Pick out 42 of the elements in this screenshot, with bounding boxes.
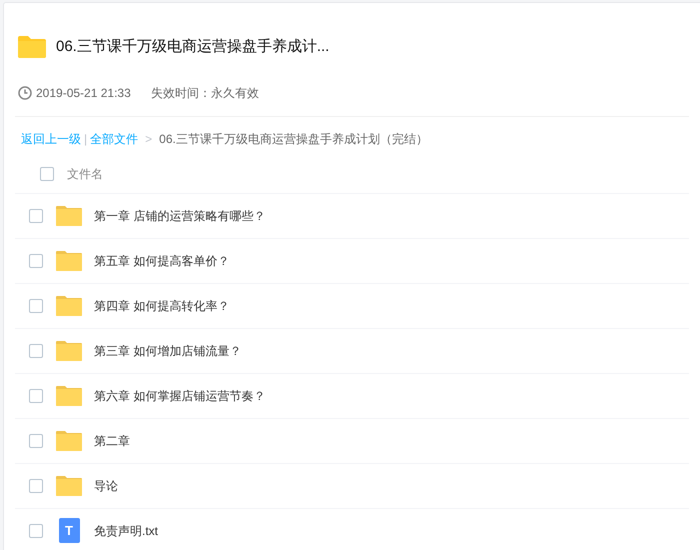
file-row[interactable]: 第三章 如何增加店铺流量？	[15, 328, 689, 374]
checkbox[interactable]	[29, 254, 43, 268]
file-name[interactable]: 第三章 如何增加店铺流量？	[94, 342, 242, 360]
expiry-text: 失效时间：永久有效	[150, 84, 259, 102]
share-date: 2019-05-21 21:33	[36, 84, 131, 102]
checkbox[interactable]	[29, 434, 43, 448]
folder-icon	[56, 295, 82, 316]
file-name[interactable]: 免责声明.txt	[94, 522, 158, 540]
clock-icon	[18, 86, 32, 100]
file-row[interactable]: T 免责声明.txt	[15, 508, 689, 550]
file-name[interactable]: 导论	[94, 476, 118, 494]
separator: |	[84, 130, 88, 148]
checkbox[interactable]	[29, 298, 43, 312]
checkbox[interactable]	[40, 167, 54, 181]
folder-icon	[18, 36, 46, 58]
file-name[interactable]: 第六章 如何掌握店铺运营节奏？	[94, 386, 266, 404]
current-folder: 06.三节课千万级电商运营操盘手养成计划（完结）	[159, 130, 428, 148]
file-row[interactable]: 第五章 如何提高客单价？	[15, 238, 689, 284]
folder-icon	[56, 340, 82, 361]
folder-icon	[56, 475, 82, 496]
folder-icon	[56, 385, 82, 406]
file-row[interactable]: 第四章 如何提高转化率？	[15, 284, 689, 328]
share-title: 06.三节课千万级电商运营操盘手养成计...	[56, 37, 330, 57]
file-name[interactable]: 第四章 如何提高转化率？	[94, 296, 230, 314]
folder-icon	[56, 250, 82, 271]
column-header: 文件名	[67, 166, 103, 183]
checkbox[interactable]	[29, 388, 43, 402]
file-row[interactable]: 导论	[15, 464, 689, 508]
file-name[interactable]: 第五章 如何提高客单价？	[94, 252, 230, 270]
checkbox[interactable]	[29, 524, 43, 538]
checkbox[interactable]	[29, 344, 43, 358]
folder-icon	[56, 205, 82, 226]
folder-icon	[56, 430, 82, 451]
file-row[interactable]: 第二章	[15, 418, 689, 464]
checkbox[interactable]	[29, 478, 43, 492]
text-file-icon: T	[58, 518, 80, 543]
file-name[interactable]: 第二章	[94, 432, 130, 450]
checkbox[interactable]	[29, 208, 43, 222]
breadcrumb-arrow: >	[145, 130, 152, 148]
file-name[interactable]: 第一章 店铺的运营策略有哪些？	[94, 206, 266, 224]
file-row[interactable]: 第六章 如何掌握店铺运营节奏？	[15, 374, 689, 418]
file-row[interactable]: 第一章 店铺的运营策略有哪些？	[15, 194, 689, 238]
